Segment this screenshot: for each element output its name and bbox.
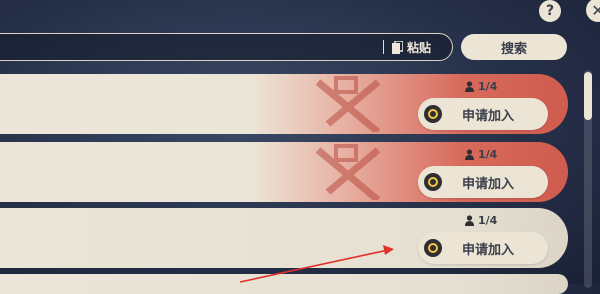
paste-button[interactable]: 粘贴 <box>392 38 431 56</box>
coin-icon <box>424 105 442 123</box>
room-card: 1/4 申请加入 <box>0 142 568 202</box>
paste-icon <box>392 39 404 54</box>
paste-label: 粘贴 <box>407 40 432 55</box>
search-button[interactable]: 搜索 <box>461 34 567 60</box>
scrollbar-thumb[interactable] <box>584 72 592 120</box>
scrollbar[interactable] <box>584 70 592 288</box>
search-input[interactable] <box>0 33 453 61</box>
join-label: 申请加入 <box>462 108 515 124</box>
user-icon <box>465 148 474 160</box>
player-count: 1/4 <box>465 147 497 161</box>
help-icon[interactable]: ? <box>539 0 561 22</box>
player-count-text: 1/4 <box>478 213 498 227</box>
room-card: 1/4 申请加入 <box>0 208 568 268</box>
emblem-icon <box>315 144 381 200</box>
room-card <box>0 274 568 294</box>
player-count: 1/4 <box>465 213 497 227</box>
search-divider <box>383 40 384 54</box>
room-card: 1/4 申请加入 <box>0 74 568 134</box>
join-button[interactable]: 申请加入 <box>418 166 548 198</box>
close-icon[interactable]: ✕ <box>586 0 600 22</box>
coin-icon <box>424 239 442 257</box>
coin-icon <box>424 173 442 191</box>
join-label: 申请加入 <box>462 176 515 192</box>
join-label: 申请加入 <box>462 242 515 258</box>
player-count-text: 1/4 <box>478 147 498 161</box>
join-button[interactable]: 申请加入 <box>418 98 548 130</box>
player-count: 1/4 <box>465 79 497 93</box>
user-icon <box>465 214 474 226</box>
join-button[interactable]: 申请加入 <box>418 232 548 264</box>
emblem-icon <box>315 76 381 132</box>
user-icon <box>465 80 474 92</box>
player-count-text: 1/4 <box>478 79 498 93</box>
